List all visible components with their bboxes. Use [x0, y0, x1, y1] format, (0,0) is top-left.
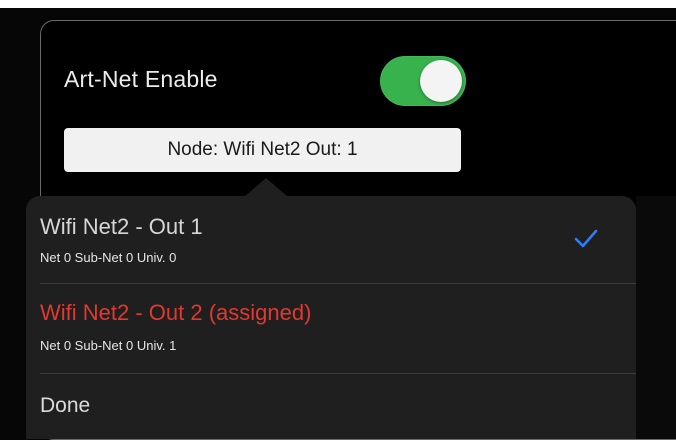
node-options-popover: Wifi Net2 - Out 1 Net 0 Sub-Net 0 Univ. …: [26, 196, 636, 439]
background-shade: [636, 196, 676, 439]
option-wifi-net2-out2[interactable]: Wifi Net2 - Out 2 (assigned) Net 0 Sub-N…: [26, 284, 636, 373]
top-edge: [0, 0, 676, 8]
option-wifi-net2-out1[interactable]: Wifi Net2 - Out 1 Net 0 Sub-Net 0 Univ. …: [26, 196, 636, 283]
option-title: Wifi Net2 - Out 1: [40, 214, 203, 239]
artnet-enable-toggle[interactable]: [380, 56, 466, 106]
option-title: Wifi Net2 - Out 2 (assigned): [40, 300, 312, 325]
toggle-knob: [420, 60, 462, 102]
node-select-button[interactable]: Node: Wifi Net2 Out: 1: [64, 128, 461, 172]
popover-arrow: [244, 178, 288, 197]
done-label: Done: [40, 394, 91, 417]
option-subtitle: Net 0 Sub-Net 0 Univ. 0: [40, 250, 177, 265]
option-subtitle: Net 0 Sub-Net 0 Univ. 1: [40, 338, 177, 353]
checkmark-icon: [574, 229, 598, 248]
done-button[interactable]: Done: [26, 374, 636, 439]
artnet-enable-label: Art-Net Enable: [64, 66, 218, 92]
